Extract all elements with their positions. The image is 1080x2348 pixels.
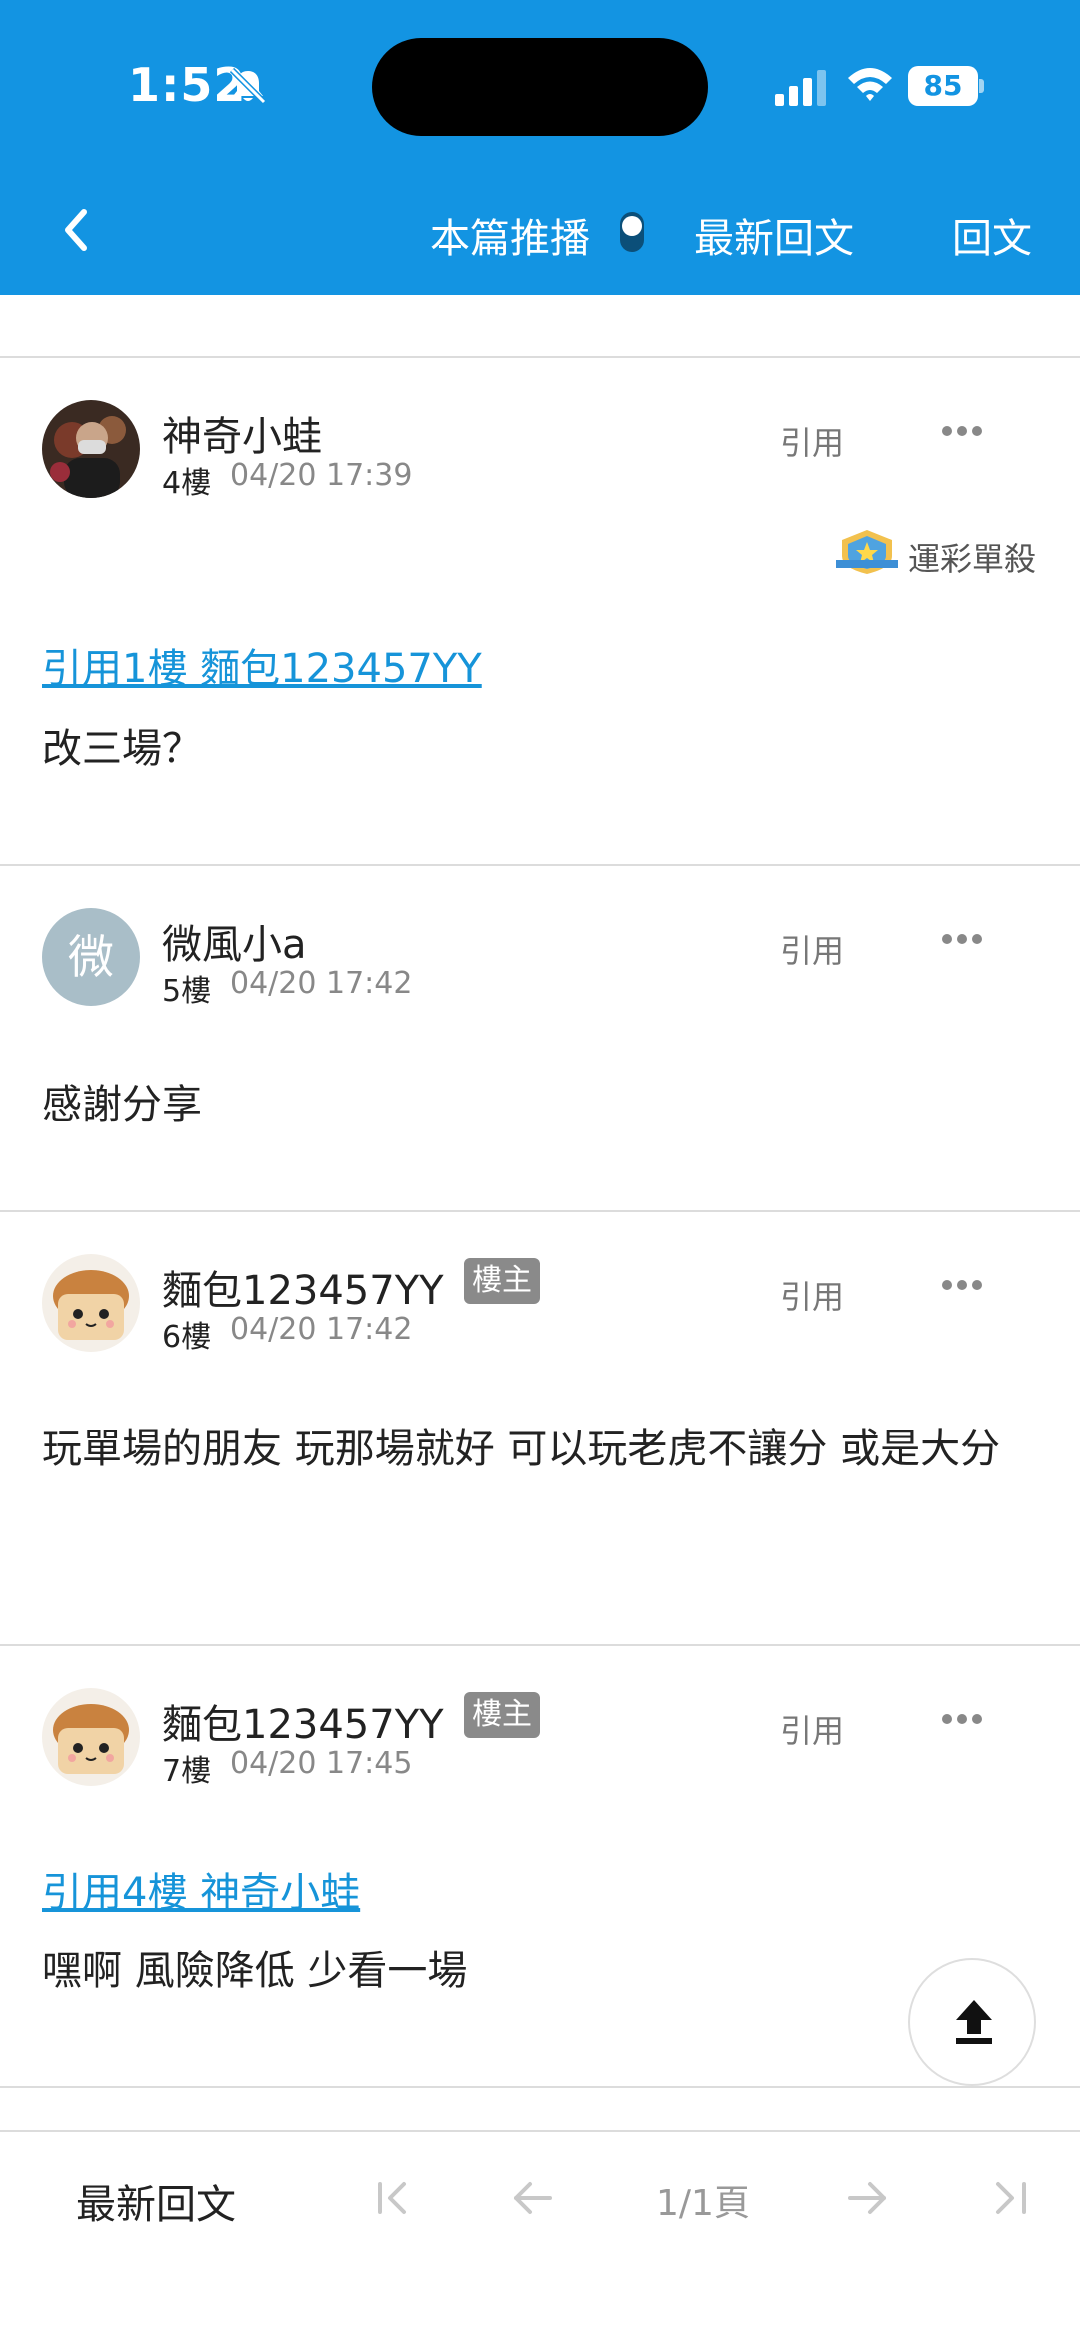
op-badge: 樓主	[464, 1258, 540, 1304]
latest-replies-button[interactable]: 最新回文	[694, 206, 854, 264]
post-time: 04/20 17:42	[230, 966, 413, 1001]
post-content: 改三場？	[42, 726, 202, 772]
avatar[interactable]	[42, 1254, 140, 1352]
app-header: 1:52 85 本篇推播 最新回文 回文	[0, 0, 1080, 295]
quote-link[interactable]: 引用1樓 麵包123457YY	[42, 636, 482, 694]
quote-button[interactable]: 引用	[780, 1706, 844, 1752]
quote-button[interactable]: 引用	[780, 1272, 844, 1318]
quote-button[interactable]: 引用	[780, 418, 844, 464]
push-notification-label[interactable]: 本篇推播	[430, 206, 590, 264]
post-content: 玩單場的朋友 玩那場就好 可以玩老虎不讓分 或是大分	[42, 1426, 1001, 1472]
username[interactable]: 麵包123457YY	[162, 1692, 444, 1750]
scroll-to-top-button[interactable]	[908, 1958, 1036, 2086]
op-badge: 樓主	[464, 1692, 540, 1738]
previous-page-icon[interactable]	[512, 2178, 552, 2218]
floor-number: 5樓	[162, 974, 212, 1009]
post-time: 04/20 17:42	[230, 1312, 413, 1347]
post-content: 嘿啊 風險降低 少看一場	[42, 1948, 468, 1994]
more-options-icon[interactable]	[942, 1280, 982, 1292]
arrow-up-icon	[956, 2000, 992, 2044]
username[interactable]: 神奇小蛙	[162, 404, 322, 462]
bottom-pagination-bar: 最新回文 1/1頁	[0, 2130, 1080, 2348]
back-chevron-icon[interactable]	[56, 200, 96, 260]
wifi-icon	[848, 68, 892, 101]
post-time: 04/20 17:39	[230, 458, 413, 493]
post-item: 微 微風小a 5樓 04/20 17:42 引用 感謝分享	[0, 866, 1080, 1210]
post-item: 神奇小蛙 4樓 04/20 17:39 引用 運彩單殺 引用1樓 麵包12345…	[0, 358, 1080, 864]
quote-button[interactable]: 引用	[780, 926, 844, 972]
medal-icon	[836, 530, 898, 574]
more-options-icon[interactable]	[942, 426, 982, 438]
battery-level: 85	[908, 66, 978, 106]
floor-number: 7樓	[162, 1754, 212, 1789]
avatar[interactable]	[42, 1688, 140, 1786]
last-page-icon[interactable]	[990, 2178, 1030, 2218]
avatar[interactable]: 微	[42, 908, 140, 1006]
avatar[interactable]	[42, 400, 140, 498]
username[interactable]: 麵包123457YY	[162, 1258, 444, 1316]
battery-icon: 85	[908, 66, 984, 106]
reply-button[interactable]: 回文	[952, 206, 1032, 264]
floor-number: 6樓	[162, 1320, 212, 1355]
quote-link[interactable]: 引用4樓 神奇小蛙	[42, 1860, 360, 1918]
more-options-icon[interactable]	[942, 934, 982, 946]
first-page-icon[interactable]	[374, 2178, 414, 2218]
post-content: 感謝分享	[42, 1082, 202, 1128]
username[interactable]: 微風小a	[162, 912, 307, 970]
post-time: 04/20 17:45	[230, 1746, 413, 1781]
next-page-icon[interactable]	[848, 2178, 888, 2218]
more-options-icon[interactable]	[942, 1714, 982, 1726]
dynamic-island	[372, 38, 708, 136]
page-indicator: 1/1頁	[656, 2183, 750, 2224]
push-toggle[interactable]	[620, 212, 644, 252]
bell-muted-icon	[229, 67, 267, 105]
signal-icon	[775, 70, 826, 106]
medal-label: 運彩單殺	[908, 540, 1037, 578]
latest-replies-bottom-button[interactable]: 最新回文	[76, 2172, 236, 2230]
divider	[0, 2086, 1080, 2088]
post-item: 麵包123457YY 樓主 6樓 04/20 17:42 引用 玩單場的朋友 玩…	[0, 1212, 1080, 1644]
floor-number: 4樓	[162, 466, 212, 501]
